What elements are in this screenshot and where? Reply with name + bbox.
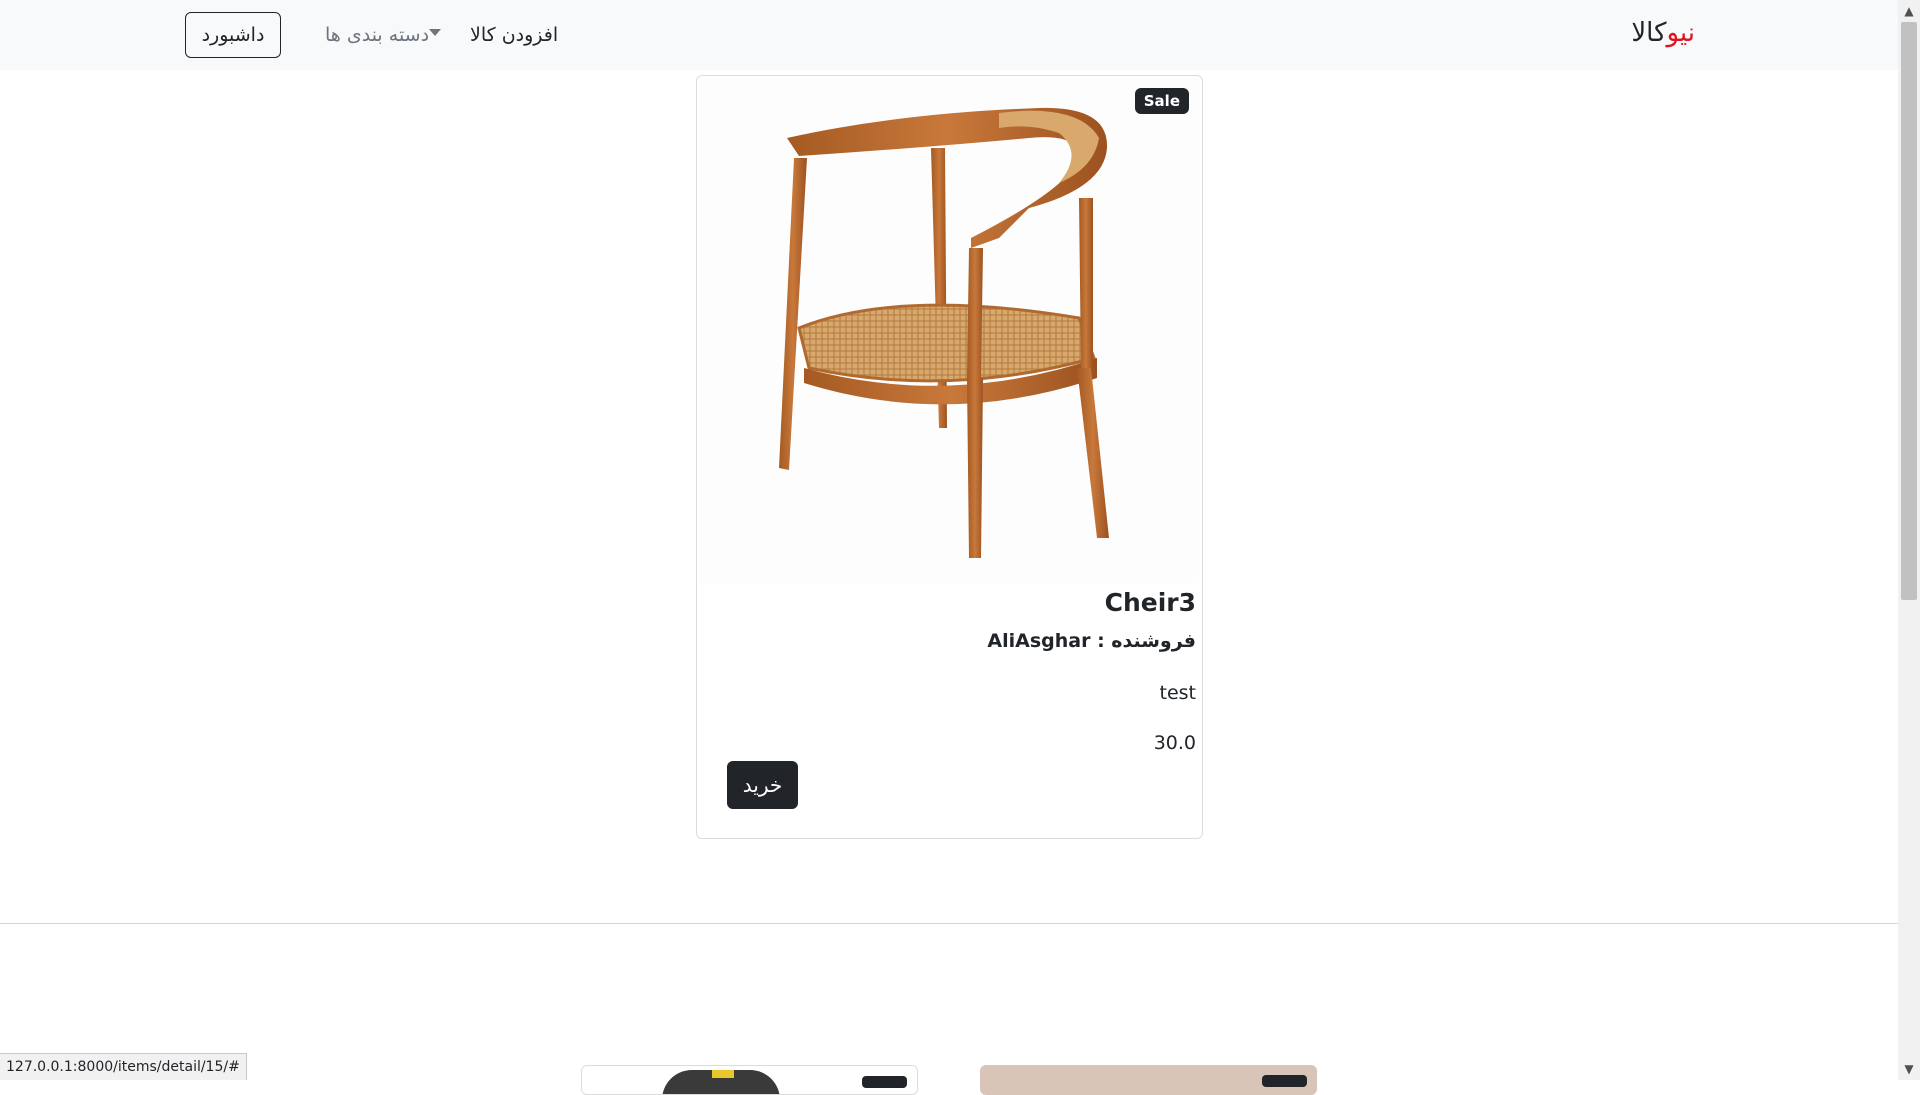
product-card: Sale Cheir3 فروشنده : AliAsghar test 30.…	[696, 75, 1203, 839]
navbar: نیوکالا افزودن کالا دسته بندی ها داشبورد	[0, 0, 1898, 70]
caret-down-icon	[429, 29, 442, 36]
related-product-card[interactable]	[980, 1065, 1317, 1095]
vertical-scrollbar[interactable]: ▲ ▼	[1898, 0, 1920, 1080]
wooden-chair-image	[779, 107, 1109, 558]
brand-accent: نیو	[1666, 18, 1695, 48]
brand-rest: کالا	[1631, 18, 1667, 48]
scroll-down-arrow-icon[interactable]: ▼	[1898, 1058, 1920, 1080]
buy-button[interactable]: خرید	[727, 761, 798, 809]
product-title: Cheir3	[1104, 588, 1196, 617]
related-badge	[862, 1076, 907, 1088]
product-description: test	[1159, 682, 1197, 704]
status-bar-url: 127.0.0.1:8000/items/detail/15/#	[0, 1053, 247, 1080]
nav-add-item[interactable]: افزودن کالا	[470, 24, 558, 46]
sale-badge: Sale	[1134, 88, 1189, 114]
product-price: 30.0	[1153, 732, 1196, 754]
section-divider	[0, 923, 1898, 924]
related-badge	[1262, 1075, 1307, 1087]
brand-logo[interactable]: نیوکالا	[1631, 18, 1695, 48]
related-product-image	[662, 1070, 780, 1094]
nav-categories-dropdown[interactable]: دسته بندی ها	[325, 24, 447, 46]
product-seller: فروشنده : AliAsghar	[987, 630, 1196, 652]
scroll-up-arrow-icon[interactable]: ▲	[1898, 0, 1920, 22]
dashboard-button[interactable]: داشبورد	[185, 12, 281, 58]
product-image[interactable]: Sale	[699, 78, 1199, 583]
scroll-thumb[interactable]	[1901, 22, 1917, 600]
related-product-card[interactable]	[581, 1065, 918, 1095]
product-label-graphic	[712, 1070, 734, 1078]
nav-categories-label: دسته بندی ها	[325, 24, 430, 46]
